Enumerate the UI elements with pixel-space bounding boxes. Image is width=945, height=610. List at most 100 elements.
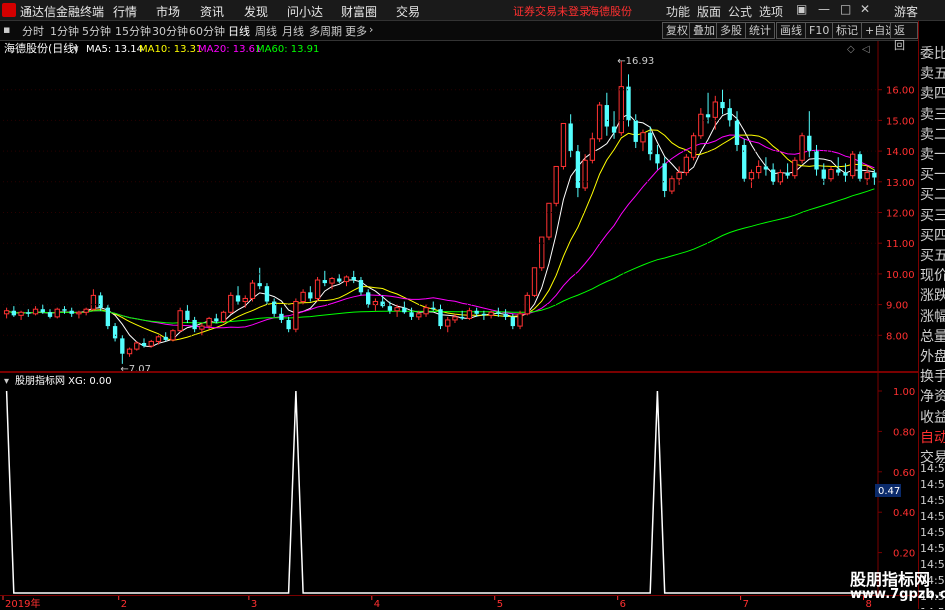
stats-button[interactable]: 统计 [745, 22, 775, 39]
draw-line-button[interactable]: 画线 [776, 22, 806, 39]
candle-body[interactable] [799, 135, 805, 161]
candle-body[interactable] [47, 312, 53, 317]
tab-weekly[interactable]: 周线 [255, 23, 277, 39]
candle-body[interactable] [26, 312, 31, 314]
candle-body[interactable] [308, 292, 313, 299]
candle-body[interactable] [626, 86, 631, 121]
candle-body[interactable] [690, 135, 697, 158]
candle-body[interactable] [821, 169, 826, 179]
tab-1min[interactable]: 1分钟 [50, 23, 79, 39]
candle-body[interactable] [18, 311, 24, 316]
multi-stock-button[interactable]: 多股 [716, 22, 746, 39]
candle-body[interactable] [185, 310, 190, 320]
candle-body[interactable] [850, 153, 856, 177]
candle-body[interactable] [633, 120, 638, 142]
lock-icon[interactable]: ▣ [796, 2, 807, 16]
tab-monthly[interactable]: 月线 [282, 23, 304, 39]
candle-body[interactable] [120, 338, 125, 354]
candle-body[interactable] [466, 310, 473, 319]
candle-body[interactable] [402, 307, 407, 313]
candle-body[interactable] [155, 336, 162, 342]
candle-body[interactable] [539, 236, 545, 269]
candle-body[interactable] [62, 309, 67, 311]
candle-body[interactable] [712, 101, 718, 118]
candle-body[interactable] [54, 308, 60, 318]
candle-body[interactable] [705, 114, 711, 118]
candle-body[interactable] [474, 310, 479, 314]
candle-body[interactable] [589, 138, 596, 161]
mark-button[interactable]: 标记 [832, 22, 862, 39]
candle-body[interactable] [431, 307, 436, 310]
tab-daily[interactable]: 日线 [228, 23, 250, 39]
sidepanel-item[interactable]: 卖一 [920, 144, 945, 164]
menu-layout[interactable]: 版面 [697, 3, 721, 20]
candle-body[interactable] [214, 318, 219, 322]
candle-body[interactable] [351, 276, 356, 281]
candle-body[interactable] [286, 319, 291, 330]
candle-body[interactable] [69, 310, 74, 314]
candle-body[interactable] [314, 279, 321, 299]
tab-15min[interactable]: 15分钟 [115, 23, 151, 39]
candle-body[interactable] [460, 316, 465, 319]
candle-body[interactable] [300, 291, 306, 303]
login-notice[interactable]: 证券交易未登录 [513, 3, 590, 19]
candle-body[interactable] [553, 165, 559, 204]
candle-body[interactable] [322, 280, 327, 284]
candle-body[interactable] [872, 172, 877, 178]
candle-body[interactable] [387, 306, 393, 311]
sidepanel-item[interactable]: 买一 [920, 164, 945, 184]
candle-body[interactable] [770, 169, 776, 182]
candle-body[interactable] [148, 340, 154, 347]
maximize-icon[interactable]: □ [840, 2, 851, 16]
candle-body[interactable] [264, 286, 270, 302]
overlay-button[interactable]: 叠加 [689, 22, 719, 39]
candle-body[interactable] [785, 172, 790, 176]
sidepanel-item[interactable]: 现价 [920, 265, 945, 285]
menu-formula[interactable]: 公式 [728, 3, 752, 20]
candle-body[interactable] [546, 202, 552, 238]
candle-body[interactable] [343, 276, 350, 283]
candle-body[interactable] [843, 172, 848, 176]
sidepanel-item[interactable]: 卖四 [920, 83, 945, 103]
candle-body[interactable] [279, 313, 284, 320]
candle-body[interactable] [748, 172, 755, 180]
candle-body[interactable] [438, 309, 443, 327]
candle-body[interactable] [228, 294, 234, 313]
candle-body[interactable] [163, 336, 168, 340]
close-icon[interactable]: ✕ [860, 2, 870, 16]
candle-body[interactable] [358, 280, 364, 293]
candle-body[interactable] [807, 135, 812, 152]
candle-body[interactable] [257, 283, 262, 287]
candle-body[interactable] [235, 295, 241, 302]
candle-body[interactable] [90, 294, 97, 310]
candle-body[interactable] [32, 308, 39, 315]
sidepanel-item[interactable]: 委比 [920, 43, 945, 63]
menu-trade[interactable]: 交易 [396, 3, 420, 20]
candle-body[interactable] [11, 310, 17, 316]
candle-body[interactable] [242, 297, 248, 303]
collapse-icon[interactable]: ▪ [3, 23, 10, 36]
candle-body[interactable] [720, 101, 725, 109]
candle-body[interactable] [618, 86, 624, 134]
candle-body[interactable] [293, 301, 299, 330]
candle-body[interactable] [655, 154, 660, 164]
candle-body[interactable] [864, 172, 870, 180]
candle-body[interactable] [488, 311, 494, 316]
candle-body[interactable] [814, 151, 819, 170]
candle-body[interactable] [640, 132, 646, 143]
candle-body[interactable] [177, 310, 183, 332]
candle-body[interactable] [126, 348, 133, 355]
candle-body[interactable] [683, 156, 690, 174]
candle-body[interactable] [199, 325, 205, 330]
candle-body[interactable] [676, 172, 682, 180]
tab-more[interactable]: 更多 [345, 23, 367, 39]
candle-body[interactable] [40, 309, 45, 313]
candle-body[interactable] [98, 295, 103, 308]
menu-discover[interactable]: 发现 [244, 3, 268, 20]
sidepanel-item[interactable]: 自动 [920, 427, 945, 447]
sidepanel-item[interactable]: 涨幅 [920, 306, 945, 326]
candle-body[interactable] [366, 292, 371, 305]
tab-timeshare[interactable]: 分时 [22, 23, 44, 39]
candle-body[interactable] [575, 151, 581, 188]
candle-body[interactable] [3, 310, 10, 315]
